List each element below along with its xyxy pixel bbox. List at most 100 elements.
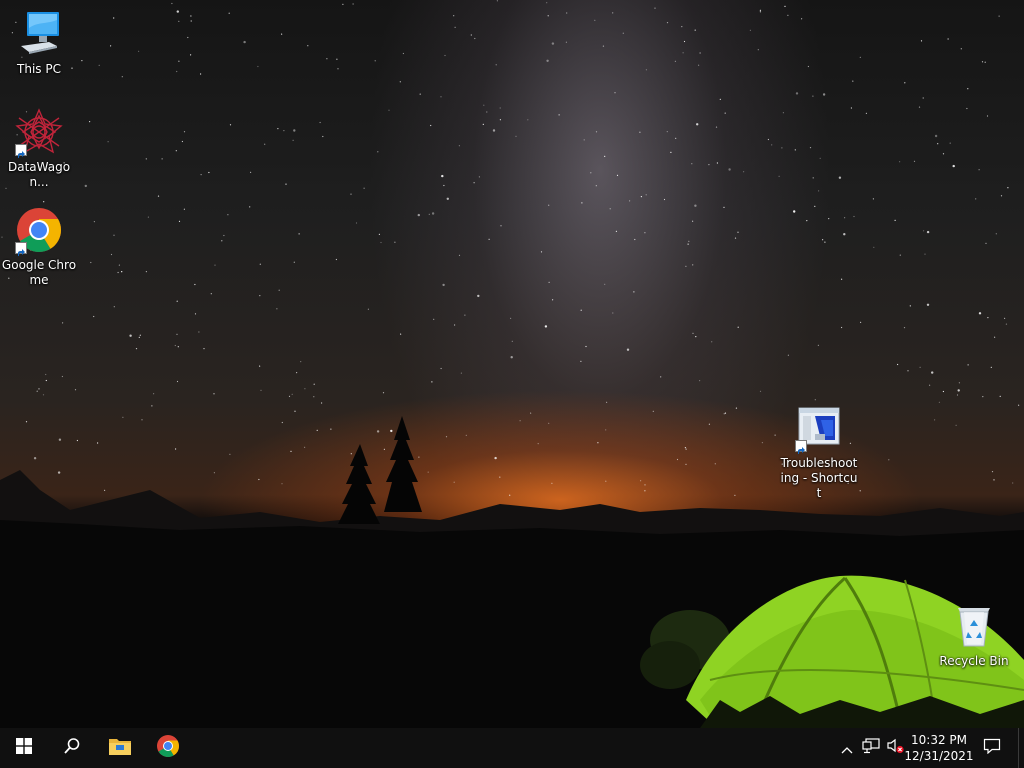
shortcut-arrow-icon [795, 440, 807, 454]
star [918, 106, 921, 108]
desktop-icon-label: DataWagon... [7, 160, 71, 189]
desktop-icon-recycle-bin[interactable]: Recycle Bin [936, 602, 1012, 669]
this-pc-icon [15, 10, 63, 58]
star [190, 54, 192, 56]
star [138, 50, 140, 52]
star [181, 140, 183, 143]
star [221, 240, 223, 242]
start-button[interactable] [0, 728, 48, 768]
star [687, 243, 689, 245]
star [293, 261, 295, 263]
taskbar: 10:32 PM 12/31/2021 [0, 728, 1024, 768]
star [249, 206, 251, 208]
star [42, 394, 45, 396]
star [904, 82, 906, 84]
star [43, 201, 45, 203]
star [929, 384, 931, 386]
landscape-silhouette [0, 416, 1024, 728]
volume-tray-button[interactable] [884, 728, 906, 768]
taskbar-clock[interactable]: 10:32 PM 12/31/2021 [904, 728, 974, 768]
star [949, 142, 951, 144]
star [759, 9, 762, 11]
star [107, 141, 109, 143]
star [288, 395, 291, 397]
star [899, 254, 901, 256]
star [1004, 317, 1006, 319]
star [474, 37, 476, 40]
star [604, 155, 606, 157]
desktop-icon-google-chrome[interactable]: Google Chrome [1, 206, 77, 288]
star [654, 7, 656, 9]
star [580, 360, 582, 362]
star [313, 396, 315, 398]
star [400, 333, 402, 335]
star [585, 345, 587, 348]
desktop[interactable]: This PC DataWagon... Google Chrome Troub… [0, 0, 1024, 728]
network-tray-button[interactable] [860, 728, 882, 768]
star [897, 363, 899, 366]
star [307, 45, 309, 47]
datawagon-icon [15, 108, 63, 158]
star [430, 124, 432, 127]
star [454, 26, 456, 28]
star [190, 15, 192, 17]
star [492, 129, 496, 132]
star [629, 200, 631, 202]
star [771, 144, 773, 146]
star [200, 174, 202, 176]
star [355, 222, 358, 224]
star [61, 375, 64, 378]
file-explorer-taskbar-button[interactable] [96, 728, 144, 768]
star [645, 69, 648, 71]
star [336, 58, 338, 60]
star [546, 59, 549, 62]
star [458, 145, 460, 147]
star [565, 41, 568, 43]
star [1007, 187, 1009, 189]
star [759, 390, 762, 392]
star [551, 42, 555, 45]
star [548, 281, 550, 283]
star [644, 232, 646, 234]
search-button[interactable] [48, 728, 96, 768]
star [285, 183, 287, 185]
star [812, 95, 814, 97]
star [161, 158, 163, 160]
google-chrome-taskbar-button[interactable] [144, 728, 192, 768]
desktop-icon-this-pc[interactable]: This PC [1, 10, 77, 77]
action-center-button[interactable] [978, 728, 1006, 768]
star [138, 336, 140, 338]
star [913, 160, 916, 162]
star [399, 81, 401, 83]
star [967, 88, 969, 90]
star [515, 135, 517, 137]
show-hidden-icons-button[interactable] [836, 728, 858, 768]
star [749, 29, 752, 31]
star [919, 366, 921, 368]
star [278, 289, 280, 291]
star [135, 348, 138, 350]
star [947, 38, 949, 40]
star [990, 366, 992, 368]
star [45, 379, 47, 382]
desktop-icon-datawagon[interactable]: DataWagon... [1, 108, 77, 190]
star [660, 376, 662, 378]
show-desktop-button[interactable] [1018, 728, 1024, 768]
star [113, 306, 115, 308]
desktop-icon-label: Google Chrome [1, 258, 77, 287]
star [194, 313, 197, 315]
star [926, 303, 930, 306]
star [594, 19, 596, 21]
star [872, 198, 875, 200]
desktop-icon-troubleshooting-shortcut[interactable]: Troubleshooting - Shortcut [780, 404, 858, 501]
star [931, 371, 934, 374]
star [548, 204, 550, 206]
star [478, 176, 480, 178]
windows-start-icon [16, 738, 32, 758]
star [36, 390, 38, 392]
star [699, 52, 701, 54]
star [682, 52, 684, 54]
star [639, 131, 641, 133]
star [277, 128, 279, 130]
star [90, 261, 92, 264]
